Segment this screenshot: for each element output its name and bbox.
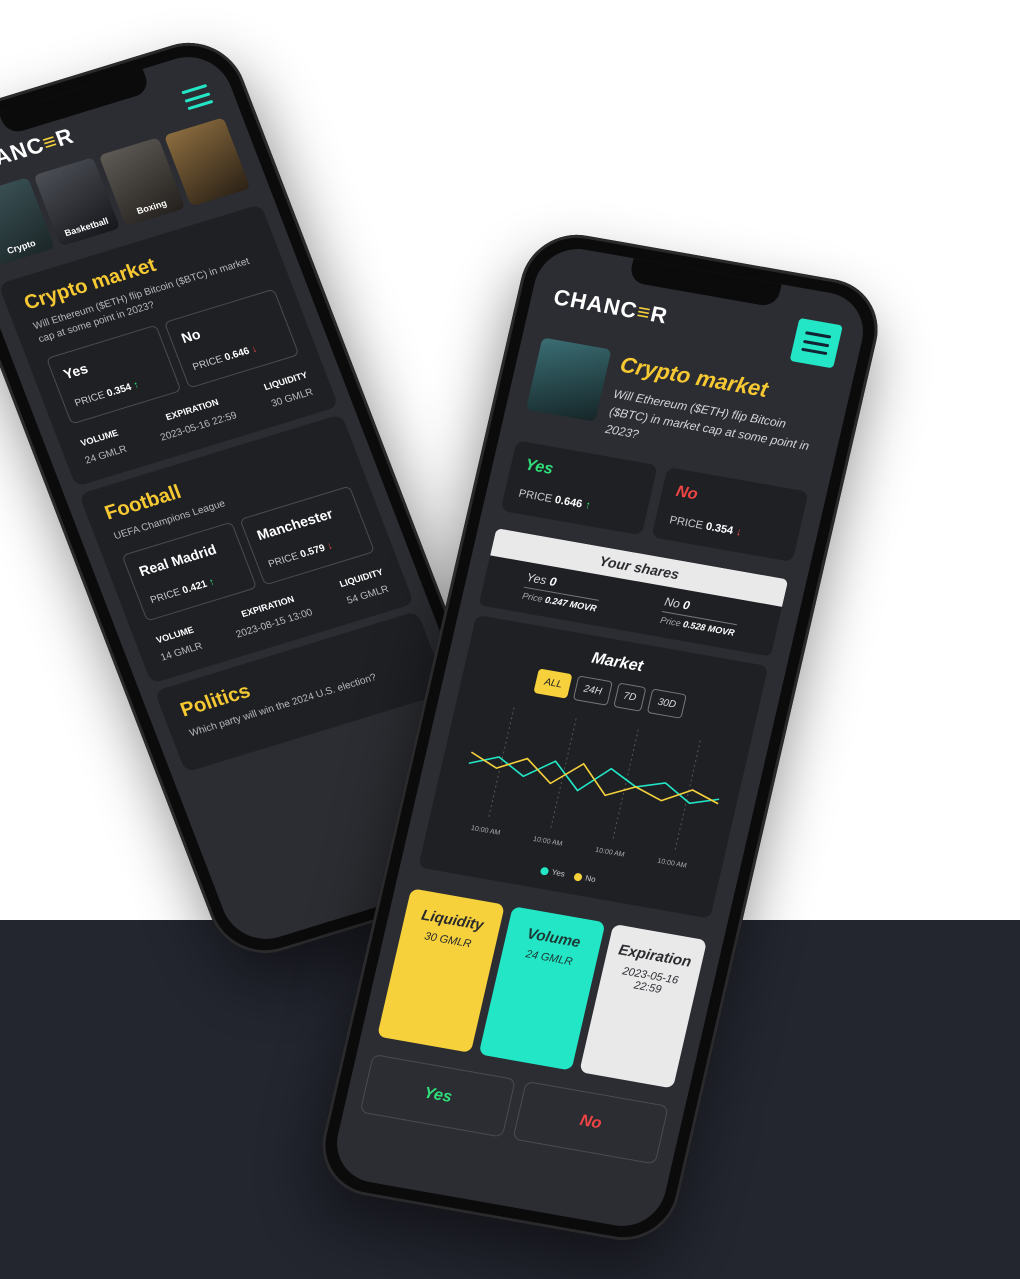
arrow-down-icon: ↓ bbox=[734, 525, 743, 539]
range-all[interactable]: ALL bbox=[533, 668, 573, 699]
range-7d[interactable]: 7D bbox=[612, 682, 647, 712]
menu-icon bbox=[801, 331, 832, 356]
arrow-up-icon: ↑ bbox=[583, 499, 592, 513]
legend-no: No bbox=[573, 872, 597, 884]
x-tick-label: 10:00 AM bbox=[594, 847, 625, 859]
x-tick-label: 10:00 AM bbox=[470, 825, 501, 837]
market-thumbnail bbox=[525, 337, 612, 422]
arrow-up-icon: ↑ bbox=[207, 576, 217, 589]
option-yes[interactable]: Yes PRICE 0.354 ↑ bbox=[45, 324, 182, 425]
arrow-down-icon: ↓ bbox=[325, 540, 335, 553]
option-no[interactable]: No PRICE 0.646 ↓ bbox=[163, 288, 300, 389]
shares-yes: Yes 0 Price 0.247 MOVR bbox=[521, 570, 599, 614]
range-24h[interactable]: 24H bbox=[572, 675, 613, 706]
yes-price-box[interactable]: Yes PRICE 0.646 ↑ bbox=[500, 440, 658, 536]
grid-line bbox=[550, 718, 577, 830]
no-price-box[interactable]: No PRICE 0.354 ↓ bbox=[651, 467, 809, 563]
x-tick-label: 10:00 AM bbox=[532, 836, 563, 848]
x-tick-label: 10:00 AM bbox=[657, 858, 688, 870]
menu-button[interactable] bbox=[789, 317, 843, 369]
arrow-up-icon: ↑ bbox=[131, 379, 141, 392]
logo[interactable]: CHANC≡R bbox=[551, 284, 670, 329]
option-manchester[interactable]: Manchester PRICE 0.579 ↓ bbox=[239, 485, 376, 586]
legend-yes: Yes bbox=[540, 866, 566, 879]
shares-no: No 0 Price 0.528 MOVR bbox=[659, 594, 737, 638]
option-real-madrid[interactable]: Real Madrid PRICE 0.421 ↑ bbox=[121, 521, 258, 622]
market-chart-panel: Market ALL 24H 7D 30D 10:00 AM 10:00 AM 10… bbox=[418, 614, 769, 919]
series-line-no bbox=[470, 751, 719, 805]
arrow-down-icon: ↓ bbox=[249, 343, 259, 356]
range-30d[interactable]: 30D bbox=[647, 688, 687, 719]
menu-icon[interactable] bbox=[181, 83, 214, 111]
grid-line bbox=[674, 740, 701, 852]
